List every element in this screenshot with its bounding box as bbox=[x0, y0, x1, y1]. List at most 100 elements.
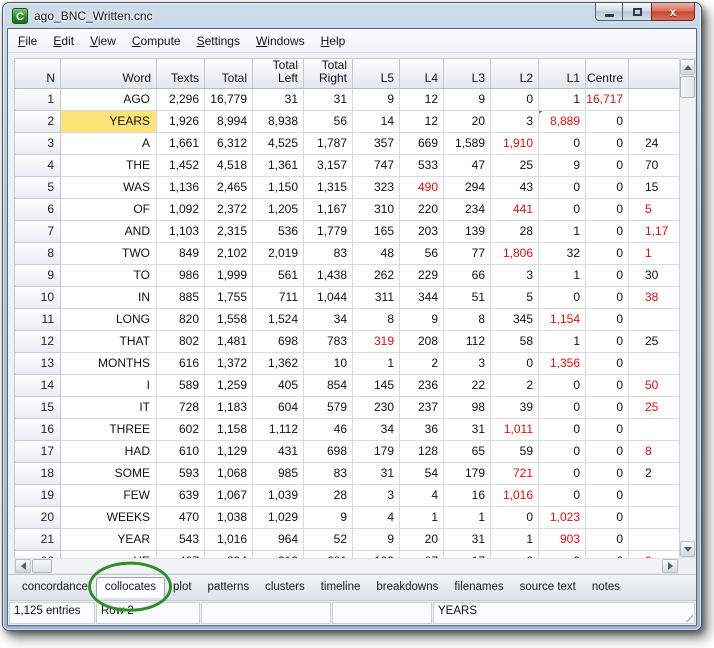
cell-l5[interactable]: 1 bbox=[353, 353, 400, 375]
cell-extra[interactable] bbox=[629, 507, 679, 529]
cell-centre[interactable]: 0 bbox=[586, 397, 629, 419]
cell-texts[interactable]: 1,103 bbox=[157, 221, 205, 243]
cell-total[interactable]: 6,312 bbox=[205, 133, 253, 155]
tab-plot[interactable]: plot bbox=[165, 578, 200, 597]
menu-item-edit[interactable]: Edit bbox=[45, 34, 82, 48]
cell-total_left[interactable]: 2,019 bbox=[253, 243, 304, 265]
cell-l1[interactable]: 0 bbox=[539, 419, 586, 441]
cell-word[interactable]: HAD bbox=[61, 441, 157, 463]
cell-extra[interactable]: 15 bbox=[629, 177, 679, 199]
cell-word[interactable]: YEARS bbox=[61, 111, 157, 133]
cell-texts[interactable]: 1,926 bbox=[157, 111, 205, 133]
cell-l4[interactable]: 20 bbox=[400, 529, 444, 551]
cell-l1[interactable]: 0 bbox=[539, 485, 586, 507]
cell-total[interactable]: 2,372 bbox=[205, 199, 253, 221]
cell-word[interactable]: THAT bbox=[61, 331, 157, 353]
cell-word[interactable]: TO bbox=[61, 265, 157, 287]
menu-item-help[interactable]: Help bbox=[313, 34, 354, 48]
horizontal-scrollbar[interactable] bbox=[14, 558, 679, 574]
cell-extra[interactable]: 2 bbox=[629, 463, 679, 485]
cell-l4[interactable]: 533 bbox=[400, 155, 444, 177]
cell-total[interactable]: 16,779 bbox=[205, 89, 253, 111]
cell-l2[interactable]: 0 bbox=[491, 507, 539, 529]
cell-centre[interactable]: 0 bbox=[586, 331, 629, 353]
cell-l3[interactable]: 98 bbox=[444, 397, 491, 419]
tab-collocates[interactable]: collocates bbox=[96, 577, 165, 598]
cell-texts[interactable]: 497 bbox=[157, 551, 205, 558]
cell-l5[interactable]: 230 bbox=[353, 397, 400, 419]
cell-total[interactable]: 1,129 bbox=[205, 441, 253, 463]
cell-l2[interactable]: 721 bbox=[491, 463, 539, 485]
cell-texts[interactable]: 470 bbox=[157, 507, 205, 529]
cell-word[interactable]: YEAR bbox=[61, 529, 157, 551]
cell-l5[interactable]: 48 bbox=[353, 243, 400, 265]
cell-centre[interactable]: 16,717 bbox=[586, 89, 629, 111]
cell-total_left[interactable]: 1,361 bbox=[253, 155, 304, 177]
cell-l4[interactable]: 236 bbox=[400, 375, 444, 397]
cell-l4[interactable]: 220 bbox=[400, 199, 444, 221]
cell-l1[interactable]: 903 bbox=[539, 529, 586, 551]
cell-l4[interactable]: 128 bbox=[400, 441, 444, 463]
cell-centre[interactable]: 0 bbox=[586, 155, 629, 177]
cell-texts[interactable]: 2,296 bbox=[157, 89, 205, 111]
cell-l1[interactable]: 1 bbox=[539, 265, 586, 287]
cell-l2[interactable]: 1,011 bbox=[491, 419, 539, 441]
cell-total_left[interactable]: 1,029 bbox=[253, 507, 304, 529]
cell-n[interactable]: 21 bbox=[15, 529, 61, 551]
scroll-right-button[interactable] bbox=[662, 559, 678, 573]
cell-l2[interactable]: 58 bbox=[491, 331, 539, 353]
cell-total_left[interactable]: 698 bbox=[253, 331, 304, 353]
tab-clusters[interactable]: clusters bbox=[257, 578, 313, 597]
cell-l3[interactable]: 20 bbox=[444, 111, 491, 133]
cell-word[interactable]: SOME bbox=[61, 463, 157, 485]
cell-l1[interactable]: 0 bbox=[539, 375, 586, 397]
cell-centre[interactable]: 0 bbox=[586, 463, 629, 485]
cell-texts[interactable]: 885 bbox=[157, 287, 205, 309]
menu-item-windows[interactable]: Windows bbox=[248, 34, 313, 48]
cell-l5[interactable]: 145 bbox=[353, 375, 400, 397]
cell-extra[interactable] bbox=[629, 111, 679, 133]
cell-l2[interactable]: 1 bbox=[491, 529, 539, 551]
cell-total[interactable]: 2,465 bbox=[205, 177, 253, 199]
cell-total[interactable]: 1,183 bbox=[205, 397, 253, 419]
cell-texts[interactable]: 543 bbox=[157, 529, 205, 551]
cell-n[interactable]: 14 bbox=[15, 375, 61, 397]
cell-l1[interactable]: 1,356 bbox=[539, 353, 586, 375]
cell-total_left[interactable]: 405 bbox=[253, 375, 304, 397]
cell-extra[interactable]: 1,17 bbox=[629, 221, 679, 243]
column-header-word[interactable]: Word bbox=[61, 59, 157, 89]
cell-total[interactable]: 1,259 bbox=[205, 375, 253, 397]
cell-l2[interactable]: 0 bbox=[491, 551, 539, 558]
cell-extra[interactable] bbox=[629, 353, 679, 375]
cell-l4[interactable]: 2 bbox=[400, 353, 444, 375]
cell-l4[interactable]: 12 bbox=[400, 89, 444, 111]
vertical-scrollbar[interactable] bbox=[679, 58, 696, 558]
app-icon[interactable]: C bbox=[12, 8, 28, 24]
menu-item-view[interactable]: View bbox=[82, 34, 124, 48]
cell-total_left[interactable]: 213 bbox=[253, 551, 304, 558]
cell-l5[interactable]: 9 bbox=[353, 529, 400, 551]
cell-l3[interactable]: 1,589 bbox=[444, 133, 491, 155]
cell-total[interactable]: 2,315 bbox=[205, 221, 253, 243]
cell-texts[interactable]: 1,661 bbox=[157, 133, 205, 155]
cell-l5[interactable]: 109 bbox=[353, 551, 400, 558]
cell-word[interactable]: I bbox=[61, 375, 157, 397]
menu-item-compute[interactable]: Compute bbox=[124, 34, 189, 48]
cell-centre[interactable]: 0 bbox=[586, 507, 629, 529]
cell-centre[interactable]: 0 bbox=[586, 529, 629, 551]
cell-word[interactable]: FEW bbox=[61, 485, 157, 507]
cell-texts[interactable]: 1,092 bbox=[157, 199, 205, 221]
cell-n[interactable]: 11 bbox=[15, 309, 61, 331]
column-header-texts[interactable]: Texts bbox=[157, 59, 205, 89]
column-header-l1[interactable]: L1 bbox=[539, 59, 586, 89]
cell-total_left[interactable]: 1,524 bbox=[253, 309, 304, 331]
cell-word[interactable]: AND bbox=[61, 221, 157, 243]
cell-l4[interactable]: 12 bbox=[400, 111, 444, 133]
cell-extra[interactable]: 70 bbox=[629, 155, 679, 177]
cell-extra[interactable]: 5 bbox=[629, 199, 679, 221]
cell-total_right[interactable]: 28 bbox=[304, 485, 353, 507]
column-header-total[interactable]: Total bbox=[205, 59, 253, 89]
cell-l1[interactable]: 1 bbox=[539, 221, 586, 243]
cell-total[interactable]: 1,067 bbox=[205, 485, 253, 507]
cell-l5[interactable]: 8 bbox=[353, 309, 400, 331]
